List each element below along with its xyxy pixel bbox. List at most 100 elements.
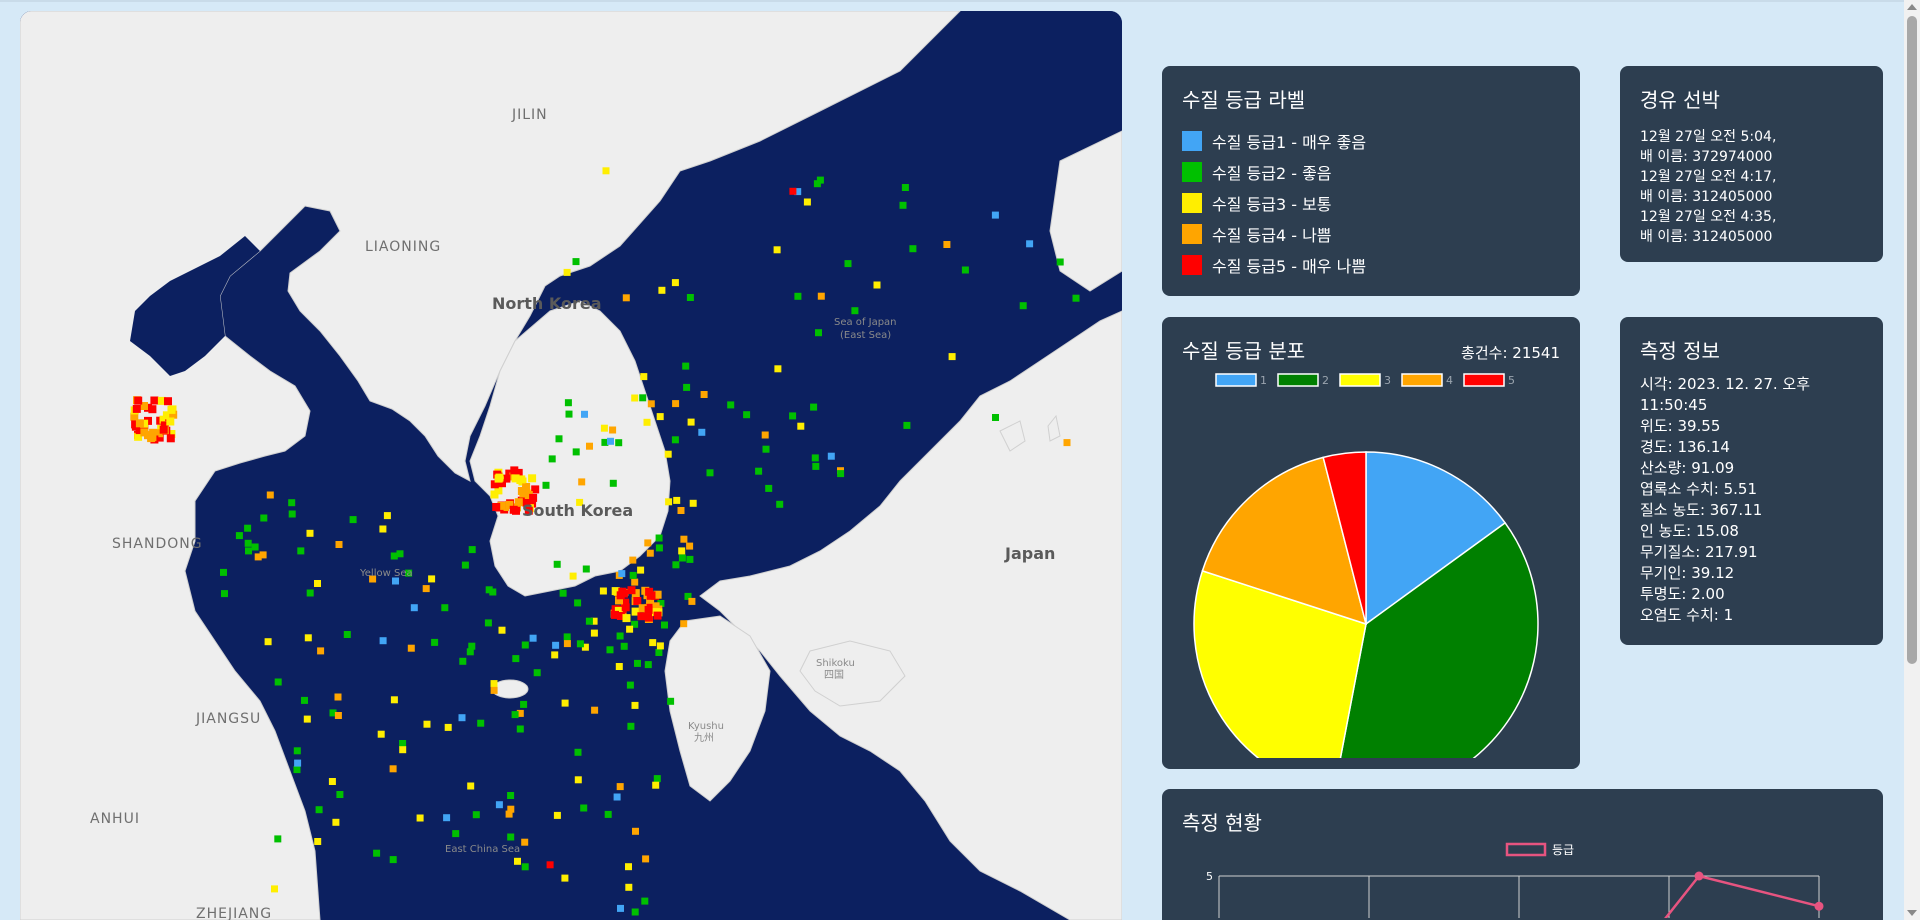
map-marker <box>803 198 811 206</box>
map-marker <box>618 570 626 578</box>
pie-chart[interactable]: 1 2 3 4 5 <box>1182 368 1560 758</box>
ship-line: 12월 27일 오전 4:17, <box>1640 169 1777 185</box>
map-marker <box>706 469 714 477</box>
pie-legend-item[interactable]: 5 <box>1463 373 1515 387</box>
info-card: 측정 정보 시각2023. 12. 27. 오후 11:50:45 위도39.5… <box>1620 317 1883 645</box>
map-cluster-marker <box>140 428 149 437</box>
map-cluster-marker <box>633 597 642 605</box>
map-marker <box>552 641 560 649</box>
map-marker <box>653 775 661 783</box>
map-marker <box>765 484 773 492</box>
pie-legend-swatch <box>1463 373 1505 387</box>
map-marker <box>468 546 476 554</box>
map-marker <box>644 661 652 669</box>
map-marker <box>632 827 639 835</box>
map-marker <box>317 647 325 655</box>
map-cluster-marker <box>517 487 526 495</box>
map-marker <box>639 394 647 402</box>
map-cluster-marker <box>492 503 501 511</box>
total-count-value: 21541 <box>1512 344 1560 362</box>
map-marker <box>655 534 663 542</box>
map-label-jiangsu: JIANGSU <box>195 711 261 727</box>
line-point[interactable] <box>1814 901 1824 911</box>
map-cluster-marker <box>616 591 625 600</box>
map-marker <box>948 353 956 361</box>
scroll-thumb[interactable] <box>1907 16 1917 664</box>
map-marker <box>580 804 588 812</box>
map-cluster-marker <box>622 614 631 623</box>
info-title: 측정 정보 <box>1640 339 1720 363</box>
ships-card: 경유 선박 12월 27일 오전 5:04, 배 이름: 372974000 1… <box>1620 66 1883 262</box>
map-marker <box>646 549 654 557</box>
map-marker <box>991 211 999 219</box>
map-marker <box>452 830 460 838</box>
line-point[interactable] <box>1694 871 1704 881</box>
map-marker <box>301 696 308 704</box>
map-marker <box>294 759 302 767</box>
scroll-up-arrow[interactable] <box>1907 4 1917 10</box>
map-marker <box>466 648 474 656</box>
map-marker <box>407 644 415 652</box>
pie-legend-item[interactable]: 3 <box>1339 373 1391 387</box>
map-marker <box>529 634 537 642</box>
map-marker <box>607 437 614 445</box>
map-marker <box>565 410 573 418</box>
map-marker <box>813 180 821 188</box>
legend-swatch <box>1182 192 1202 213</box>
map-marker <box>617 904 624 912</box>
map-marker <box>574 599 582 607</box>
map-canvas[interactable]: JILIN LIAONING North Korea Sea of Japan … <box>20 11 1122 920</box>
map-marker <box>1026 240 1034 248</box>
map-marker <box>441 604 449 612</box>
map-cluster-marker <box>645 587 654 596</box>
map-panel[interactable]: JILIN LIAONING North Korea Sea of Japan … <box>20 11 1122 920</box>
map-marker <box>542 481 550 489</box>
pie-legend-swatch <box>1277 373 1319 387</box>
info-key: 무기인 <box>1640 564 1691 582</box>
map-marker <box>389 856 397 864</box>
line-legend[interactable]: 등급 <box>1505 842 1574 857</box>
map-marker <box>514 857 521 865</box>
pie-legend-label: 1 <box>1260 374 1267 387</box>
map-marker <box>244 539 252 547</box>
legend-swatch <box>1182 223 1202 244</box>
map-marker <box>379 637 387 645</box>
map-marker <box>495 801 503 809</box>
map-label-jilin: JILIN <box>511 107 548 123</box>
map-label-liaoning: LIAONING <box>365 239 441 255</box>
map-marker <box>576 640 584 648</box>
pie-legend-item[interactable]: 4 <box>1401 373 1453 387</box>
legend-item: 수질 등급3 - 보통 <box>1182 187 1560 218</box>
info-row-phosphorus: 인 농도15.08 <box>1640 521 1863 542</box>
map-marker <box>485 586 493 594</box>
map-marker <box>458 714 466 722</box>
info-value: 136.14 <box>1677 438 1730 456</box>
map-marker <box>678 554 686 562</box>
pie-legend-item[interactable]: 1 <box>1215 373 1267 387</box>
map-marker <box>467 782 475 790</box>
map-marker <box>604 810 612 818</box>
page-scrollbar[interactable] <box>1904 0 1920 920</box>
scroll-down-arrow[interactable] <box>1907 910 1917 916</box>
map-marker <box>609 479 617 487</box>
map-cluster-marker <box>644 613 653 622</box>
line-chart[interactable]: 등급 5 <box>1182 838 1863 918</box>
map-marker <box>431 638 439 646</box>
map-marker <box>379 525 387 533</box>
map-marker <box>563 268 571 276</box>
map-label-kyushu-kanji: 九州 <box>694 732 714 744</box>
map-marker <box>655 544 663 552</box>
info-value: 1 <box>1723 606 1734 624</box>
map-marker <box>873 281 881 289</box>
pie-legend-item[interactable]: 2 <box>1277 373 1329 387</box>
map-marker <box>336 791 344 798</box>
map-label-shikoku: Shikoku <box>816 658 855 669</box>
map-marker <box>314 580 321 587</box>
legend-title: 수질 등급 라벨 <box>1182 88 1306 112</box>
info-row-time: 시각2023. 12. 27. 오후 11:50:45 <box>1640 374 1863 416</box>
info-value: 39.12 <box>1691 564 1735 582</box>
map-marker <box>293 747 301 755</box>
map-marker <box>680 620 688 628</box>
map-marker <box>551 651 559 659</box>
map-marker <box>303 715 311 723</box>
